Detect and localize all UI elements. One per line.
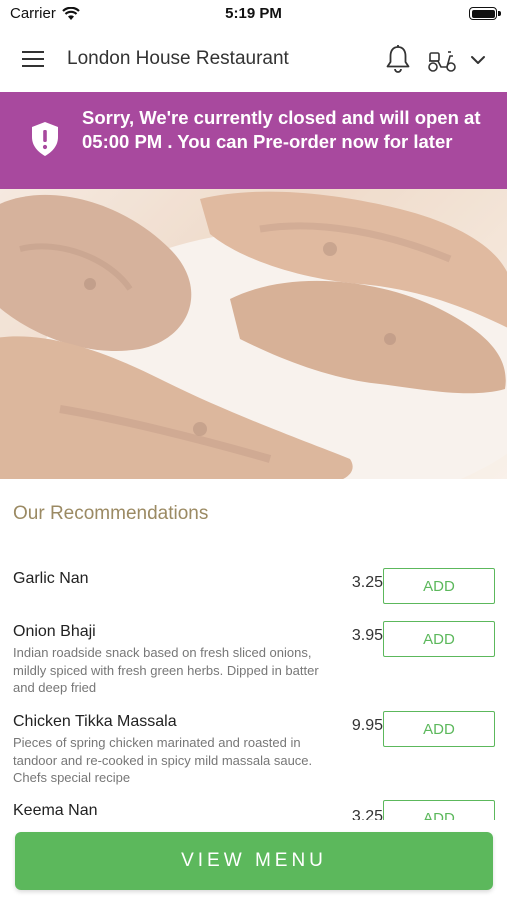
tandoori-chicken-illustration	[0, 189, 507, 479]
status-time: 5:19 PM	[225, 5, 282, 22]
restaurant-title: London House Restaurant	[67, 48, 289, 69]
hero-food-image	[0, 189, 507, 479]
menu-item: Chicken Tikka Massala Pieces of spring c…	[13, 711, 498, 787]
add-button[interactable]: ADD	[383, 568, 495, 604]
chevron-down-icon[interactable]	[468, 50, 488, 70]
item-price: 3.25	[351, 574, 383, 591]
menu-item: Garlic Nan 3.25 ADD	[13, 568, 498, 604]
add-button[interactable]: ADD	[383, 621, 495, 657]
bell-icon[interactable]	[384, 44, 412, 74]
status-bar: Carrier 5:19 PM	[0, 0, 507, 28]
menu-item: Keema Nan 3.25 ADD	[13, 800, 498, 836]
item-description: Indian roadside snack based on fresh sli…	[13, 645, 319, 695]
scooter-icon[interactable]	[426, 46, 458, 74]
shield-alert-icon	[32, 122, 58, 156]
view-menu-button[interactable]: VIEW MENU	[15, 832, 493, 890]
closed-notice-text: Sorry, We're currently closed and will o…	[82, 107, 481, 152]
item-description: Pieces of spring chicken marinated and r…	[13, 735, 313, 785]
hamburger-icon[interactable]	[22, 51, 46, 69]
item-price: 3.95	[351, 627, 383, 644]
menu-item: Onion Bhaji Indian roadside snack based …	[13, 621, 498, 697]
recommendations-title: Our Recommendations	[13, 503, 209, 524]
battery-icon	[469, 7, 497, 20]
app-header: London House Restaurant	[0, 28, 507, 92]
item-price: 9.95	[351, 717, 383, 734]
add-button[interactable]: ADD	[383, 711, 495, 747]
closed-notice-banner: Sorry, We're currently closed and will o…	[0, 92, 507, 189]
